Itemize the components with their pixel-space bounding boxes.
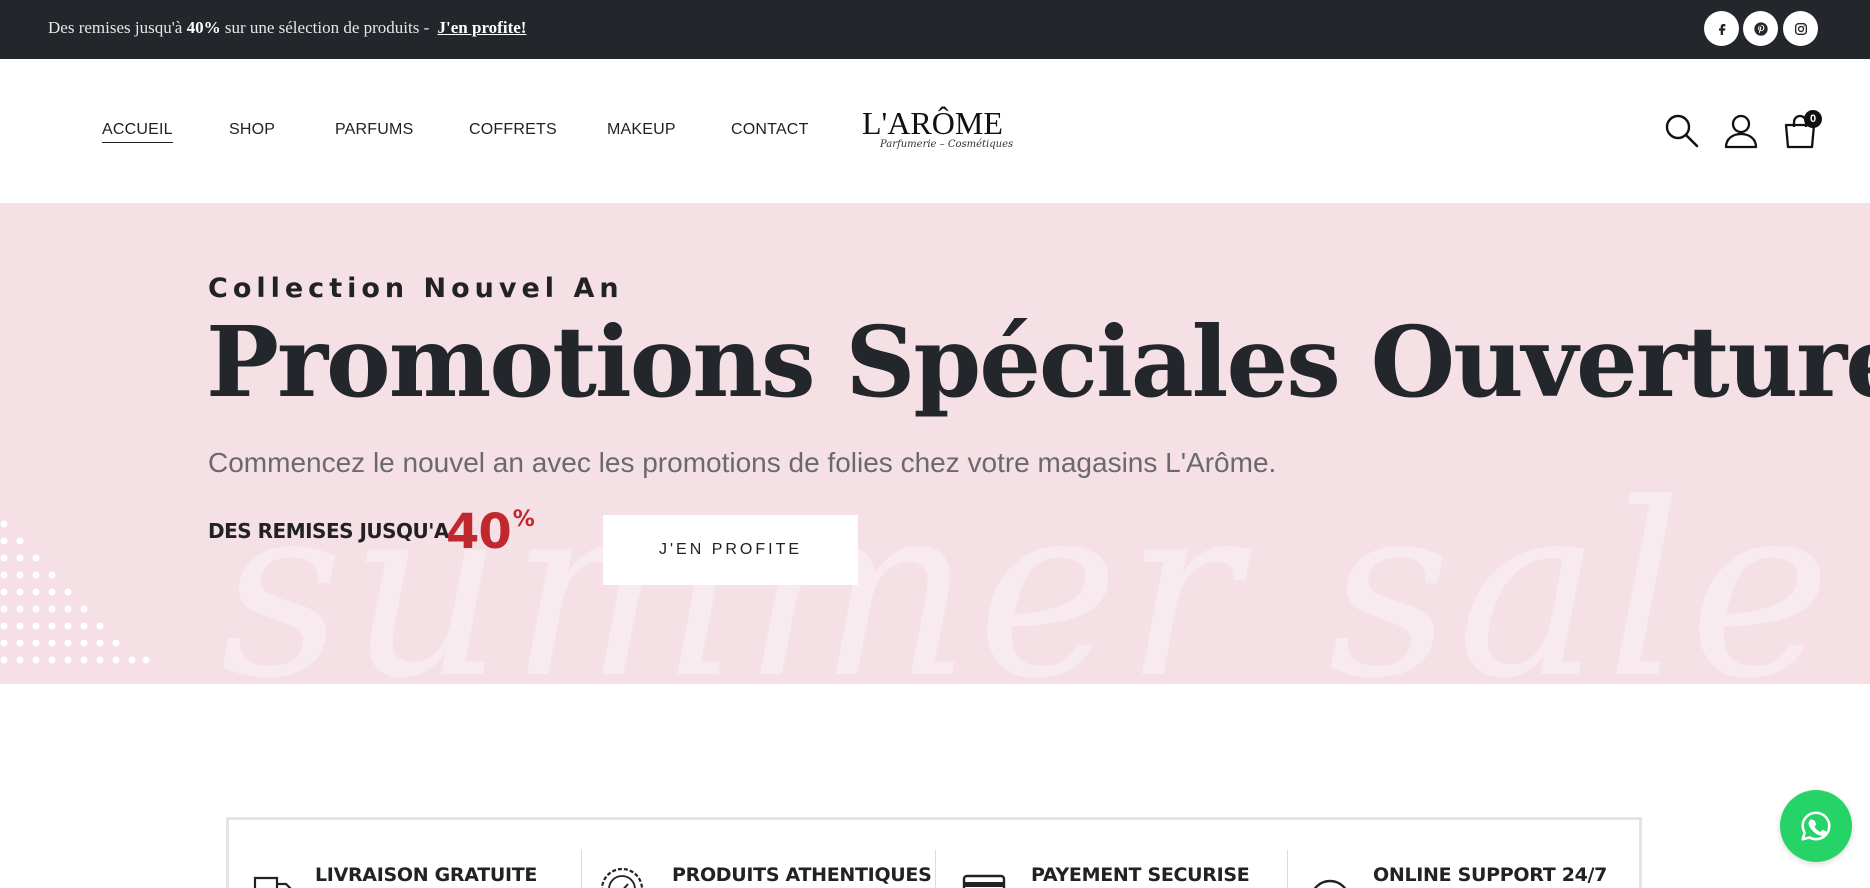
site-header: ACCUEIL SHOP PARFUMS COFFRETS MAKEUP CON… [0, 59, 1870, 203]
features-bar: LIVRAISON GRATUITE PRODUITS ATHENTIQUES … [226, 817, 1642, 888]
facebook-icon[interactable] [1704, 11, 1739, 46]
hero-eyebrow: Collection Nouvel An [208, 273, 624, 304]
hero-deal-value: 40% [446, 504, 534, 560]
pinterest-icon[interactable] [1743, 11, 1778, 46]
truck-icon [249, 868, 299, 888]
nav-item-contact[interactable]: CONTACT [731, 121, 809, 139]
feature-item: LIVRAISON GRATUITE [229, 820, 581, 888]
feature-item: ONLINE SUPPORT 24/7 [1287, 820, 1639, 888]
feature-item: PRODUITS ATHENTIQUES [581, 820, 935, 888]
credit-card-icon [961, 870, 1011, 888]
hero-subtitle: Commencez le nouvel an avec les promotio… [208, 447, 1276, 479]
nav-item-accueil[interactable]: ACCUEIL [102, 121, 173, 143]
announcement-discount: 40% [187, 18, 221, 37]
cart-count-badge: 0 [1804, 110, 1822, 128]
nav-item-makeup[interactable]: MAKEUP [607, 121, 676, 139]
hero-banner: summer sale Collection Nouvel An Promoti… [0, 203, 1870, 684]
announcement-bar: Des remises jusqu'à 40% sur une sélectio… [0, 0, 1870, 59]
hero-deal-percent-sign: % [513, 507, 534, 532]
dot-pattern-decoration [0, 520, 160, 684]
feature-title: ONLINE SUPPORT 24/7 [1373, 864, 1607, 886]
user-icon[interactable] [1723, 113, 1759, 149]
hero-deal-number: 40 [446, 504, 511, 560]
feature-title: PAYEMENT SECURISE [1031, 864, 1249, 886]
nav-item-parfums[interactable]: PARFUMS [335, 121, 413, 139]
feature-title: LIVRAISON GRATUITE [315, 864, 537, 886]
hero-deal-label: DES REMISES JUSQU'A [208, 519, 449, 543]
feature-title: PRODUITS ATHENTIQUES [672, 864, 931, 886]
hero-background-script: summer sale [220, 451, 1837, 684]
nav-item-shop[interactable]: SHOP [229, 121, 275, 139]
announcement-text: Des remises jusqu'à 40% sur une sélectio… [48, 18, 526, 38]
announcement-link[interactable]: J'en profite! [438, 18, 527, 37]
logo-wordmark: L'ARÔME [862, 105, 1003, 142]
nav-item-coffrets[interactable]: COFFRETS [469, 121, 557, 139]
hero-cta-button[interactable]: J'EN PROFITE [603, 515, 858, 585]
authentic-badge-icon [597, 864, 647, 888]
support-icon [1305, 876, 1355, 888]
logo-tagline: Parfumerie – Cosmétiques [880, 139, 1013, 150]
feature-item: PAYEMENT SECURISE [935, 820, 1287, 888]
whatsapp-icon[interactable] [1780, 790, 1852, 862]
instagram-icon[interactable] [1783, 11, 1818, 46]
announcement-text-after: sur une sélection de produits - [221, 18, 434, 37]
search-icon[interactable] [1664, 113, 1700, 149]
announcement-text-before: Des remises jusqu'à [48, 18, 187, 37]
site-logo[interactable]: L'ARÔME Parfumerie – Cosmétiques [858, 105, 993, 155]
hero-title: Promotions Spéciales Ouverture [206, 305, 1870, 419]
